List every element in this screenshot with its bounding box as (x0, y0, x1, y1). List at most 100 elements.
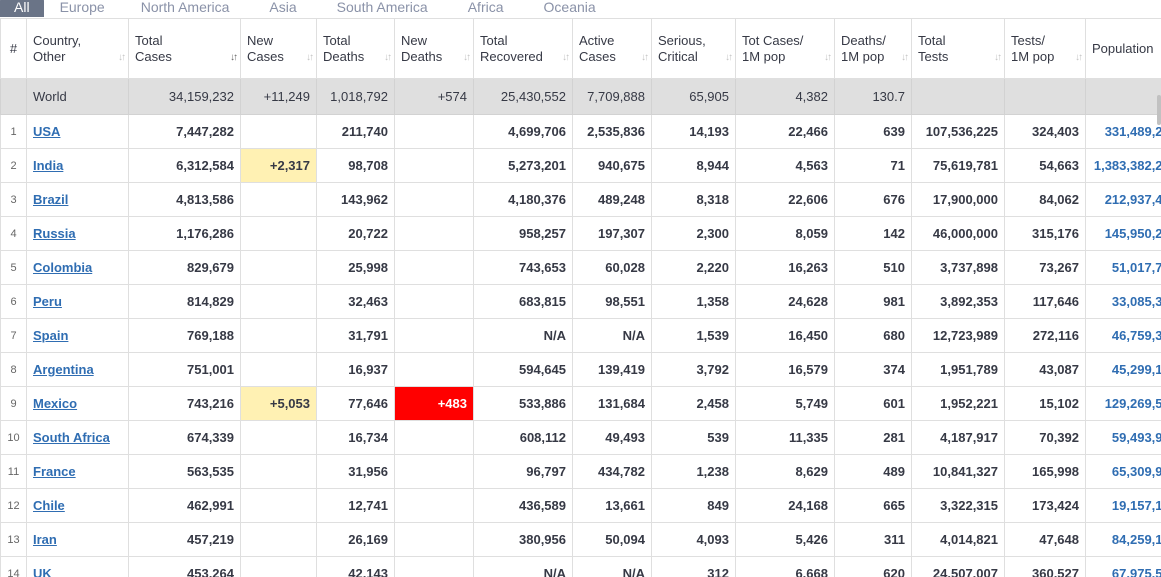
header-rank[interactable]: # (0, 18, 27, 79)
total-tests-cell (911, 78, 1005, 115)
new-cases-cell (240, 488, 317, 523)
country-link[interactable]: India (33, 158, 63, 173)
sort-arrows-icon[interactable]: ↓↑ (230, 50, 238, 66)
header-total-cases[interactable]: Total Cases ↓↑ (128, 18, 241, 79)
country-link[interactable]: Brazil (33, 192, 68, 207)
header-serious-critical[interactable]: Serious, Critical ↓↑ (651, 18, 736, 79)
rank-cell: 2 (0, 148, 27, 183)
table-row: 4 Russia 1,176,286 20,722 958,257 197,307 2,30… (0, 216, 1161, 251)
total-cases-cell: 453,264 (128, 556, 241, 577)
header-new-deaths[interactable]: New Deaths ↓↑ (394, 18, 474, 79)
country-link[interactable]: UK (33, 566, 52, 577)
table-body: World 34,159,232 +11,249 1,018,792 +574 25,43… (0, 78, 1161, 577)
country-link[interactable]: Mexico (33, 396, 77, 411)
country-link[interactable]: South Africa (33, 430, 110, 445)
sort-arrows-icon[interactable]: ↓↑ (824, 50, 832, 66)
country-link[interactable]: Colombia (33, 260, 92, 275)
sort-arrows-icon[interactable]: ↓↑ (306, 50, 314, 66)
header-label: Critical (658, 48, 698, 64)
table-row: 13 Iran 457,219 26,169 380,956 50,094 4,093 5,4… (0, 522, 1161, 557)
tab-africa[interactable]: Africa (448, 0, 524, 16)
tab-south-america[interactable]: South America (317, 0, 448, 16)
table-row: 11 France 563,535 31,956 96,797 434,782 1,238 8… (0, 454, 1161, 489)
total-tests-cell: 3,892,353 (911, 284, 1005, 319)
total-deaths-cell: 16,937 (316, 352, 395, 387)
total-tests-cell: 3,737,898 (911, 250, 1005, 285)
table-row: 10 South Africa 674,339 16,734 608,112 49,493… (0, 420, 1161, 455)
sort-arrows-icon[interactable]: ↓↑ (901, 50, 909, 66)
total-recovered-cell: 683,815 (473, 284, 573, 319)
country-link[interactable]: Peru (33, 294, 62, 309)
header-label: Total (480, 32, 508, 48)
tests-per-million-cell: 360,527 (1004, 556, 1086, 577)
country-link[interactable]: Chile (33, 498, 65, 513)
sort-arrows-icon[interactable]: ↓↑ (118, 50, 126, 66)
sort-arrows-icon[interactable]: ↓↑ (1075, 50, 1083, 66)
deaths-per-million-cell: 130.7 (834, 78, 912, 115)
header-country[interactable]: Country, Other ↓↑ (26, 18, 129, 79)
total-cases-cell: 743,216 (128, 386, 241, 421)
deaths-per-million-cell: 665 (834, 488, 912, 523)
header-total-deaths[interactable]: Total Deaths ↓↑ (316, 18, 395, 79)
rank-cell: 1 (0, 114, 27, 149)
header-total-recovered[interactable]: Total Recovered ↓↑ (473, 18, 573, 79)
header-tests-per-million[interactable]: Tests/1M pop ↓↑ (1004, 18, 1086, 79)
new-cases-cell (240, 284, 317, 319)
header-deaths-per-million[interactable]: Deaths/1M pop ↓↑ (834, 18, 912, 79)
sort-arrows-icon[interactable]: ↓↑ (384, 50, 392, 66)
country-link[interactable]: Iran (33, 532, 57, 547)
tests-per-million-cell: 15,102 (1004, 386, 1086, 421)
country-link[interactable]: USA (33, 124, 60, 139)
tests-per-million-cell (1004, 78, 1086, 115)
sort-arrows-icon[interactable]: ↓↑ (463, 50, 471, 66)
country-link[interactable]: France (33, 464, 76, 479)
tab-all[interactable]: All (0, 0, 44, 17)
table-row: 3 Brazil 4,813,586 143,962 4,180,376 489,248 8… (0, 182, 1161, 217)
sort-arrows-icon[interactable]: ↓↑ (994, 50, 1002, 66)
header-population[interactable]: Population↓↑ (1085, 18, 1161, 79)
tests-per-million-cell: 70,392 (1004, 420, 1086, 455)
new-deaths-cell (394, 488, 474, 523)
country-link[interactable]: Argentina (33, 362, 94, 377)
header-label: Other (33, 48, 66, 64)
total-recovered-cell: 5,273,201 (473, 148, 573, 183)
population-cell: 212,937,402 (1085, 182, 1161, 217)
header-cases-per-million[interactable]: Tot Cases/1M pop ↓↑ (735, 18, 835, 79)
country-link[interactable]: Russia (33, 226, 76, 241)
cases-per-million-cell: 6,668 (735, 556, 835, 577)
rank-cell: 12 (0, 488, 27, 523)
deaths-per-million-cell: 71 (834, 148, 912, 183)
tab-north-america[interactable]: North America (121, 0, 250, 16)
country-link[interactable]: Spain (33, 328, 68, 343)
active-cases-cell: 197,307 (572, 216, 652, 251)
population-cell: 1,383,382,213 (1085, 148, 1161, 183)
total-deaths-cell: 12,741 (316, 488, 395, 523)
sort-arrows-icon[interactable]: ↓↑ (562, 50, 570, 66)
country-cell: Argentina (26, 352, 129, 387)
total-tests-cell: 12,723,989 (911, 318, 1005, 353)
sort-arrows-icon[interactable]: ↓↑ (641, 50, 649, 66)
header-new-cases[interactable]: New Cases ↓↑ (240, 18, 317, 79)
rank-cell: 8 (0, 352, 27, 387)
active-cases-cell: 131,684 (572, 386, 652, 421)
header-total-tests[interactable]: Total Tests ↓↑ (911, 18, 1005, 79)
country-cell: Russia (26, 216, 129, 251)
cases-per-million-cell: 4,563 (735, 148, 835, 183)
total-tests-cell: 24,507,007 (911, 556, 1005, 577)
total-deaths-cell: 42,143 (316, 556, 395, 577)
total-tests-cell: 10,841,327 (911, 454, 1005, 489)
tab-europe[interactable]: Europe (44, 0, 121, 16)
tab-asia[interactable]: Asia (249, 0, 316, 16)
sort-arrows-icon[interactable]: ↓↑ (725, 50, 733, 66)
header-active-cases[interactable]: Active Cases ↓↑ (572, 18, 652, 79)
serious-critical-cell: 849 (651, 488, 736, 523)
total-recovered-cell: 96,797 (473, 454, 573, 489)
cases-per-million-cell: 16,579 (735, 352, 835, 387)
rank-cell: 11 (0, 454, 27, 489)
tab-oceania[interactable]: Oceania (524, 0, 616, 16)
tests-per-million-cell: 165,998 (1004, 454, 1086, 489)
vertical-scrollbar[interactable] (1157, 95, 1161, 125)
table-row: 1 USA 7,447,282 211,740 4,699,706 2,535,836 14… (0, 114, 1161, 149)
serious-critical-cell: 65,905 (651, 78, 736, 115)
rank-cell: 7 (0, 318, 27, 353)
